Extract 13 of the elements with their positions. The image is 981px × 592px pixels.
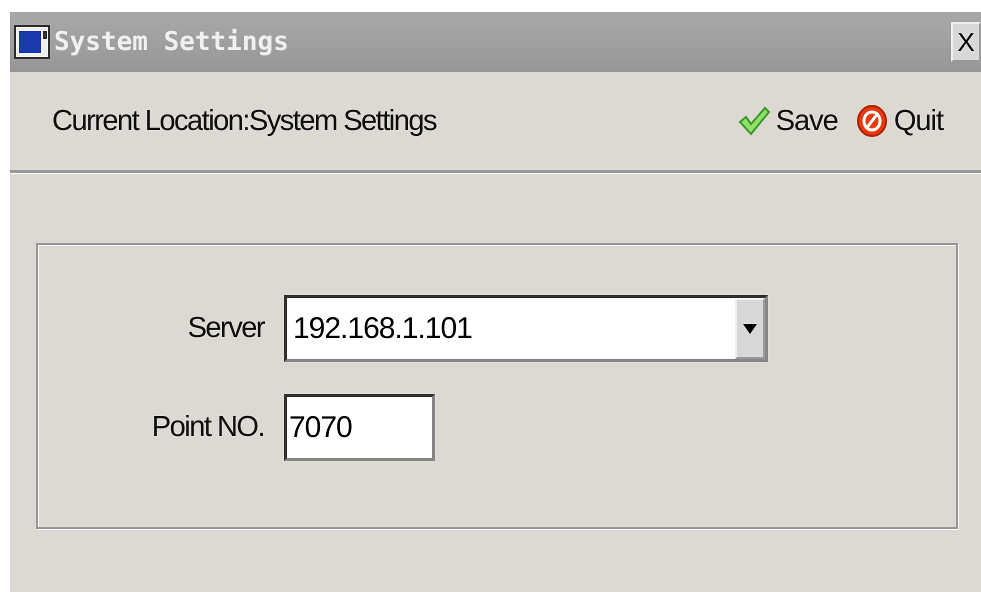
quit-button[interactable]: Quit — [838, 104, 943, 138]
field-label: Point NO. — [150, 411, 265, 444]
close-button[interactable]: X — [951, 22, 981, 62]
server-dropdown[interactable]: 192.168.1.101 — [284, 295, 768, 362]
port-input[interactable]: 7070 — [284, 394, 435, 461]
dropdown-arrow-icon — [743, 324, 757, 334]
field-label: Server — [186, 312, 266, 345]
checkmark-icon — [738, 106, 770, 136]
prohibited-icon — [856, 104, 888, 138]
window-title: System Settings — [54, 27, 290, 57]
save-button[interactable]: Save — [720, 104, 838, 138]
window-icon — [14, 25, 50, 59]
location-text: Current Location:System Settings — [52, 104, 438, 138]
